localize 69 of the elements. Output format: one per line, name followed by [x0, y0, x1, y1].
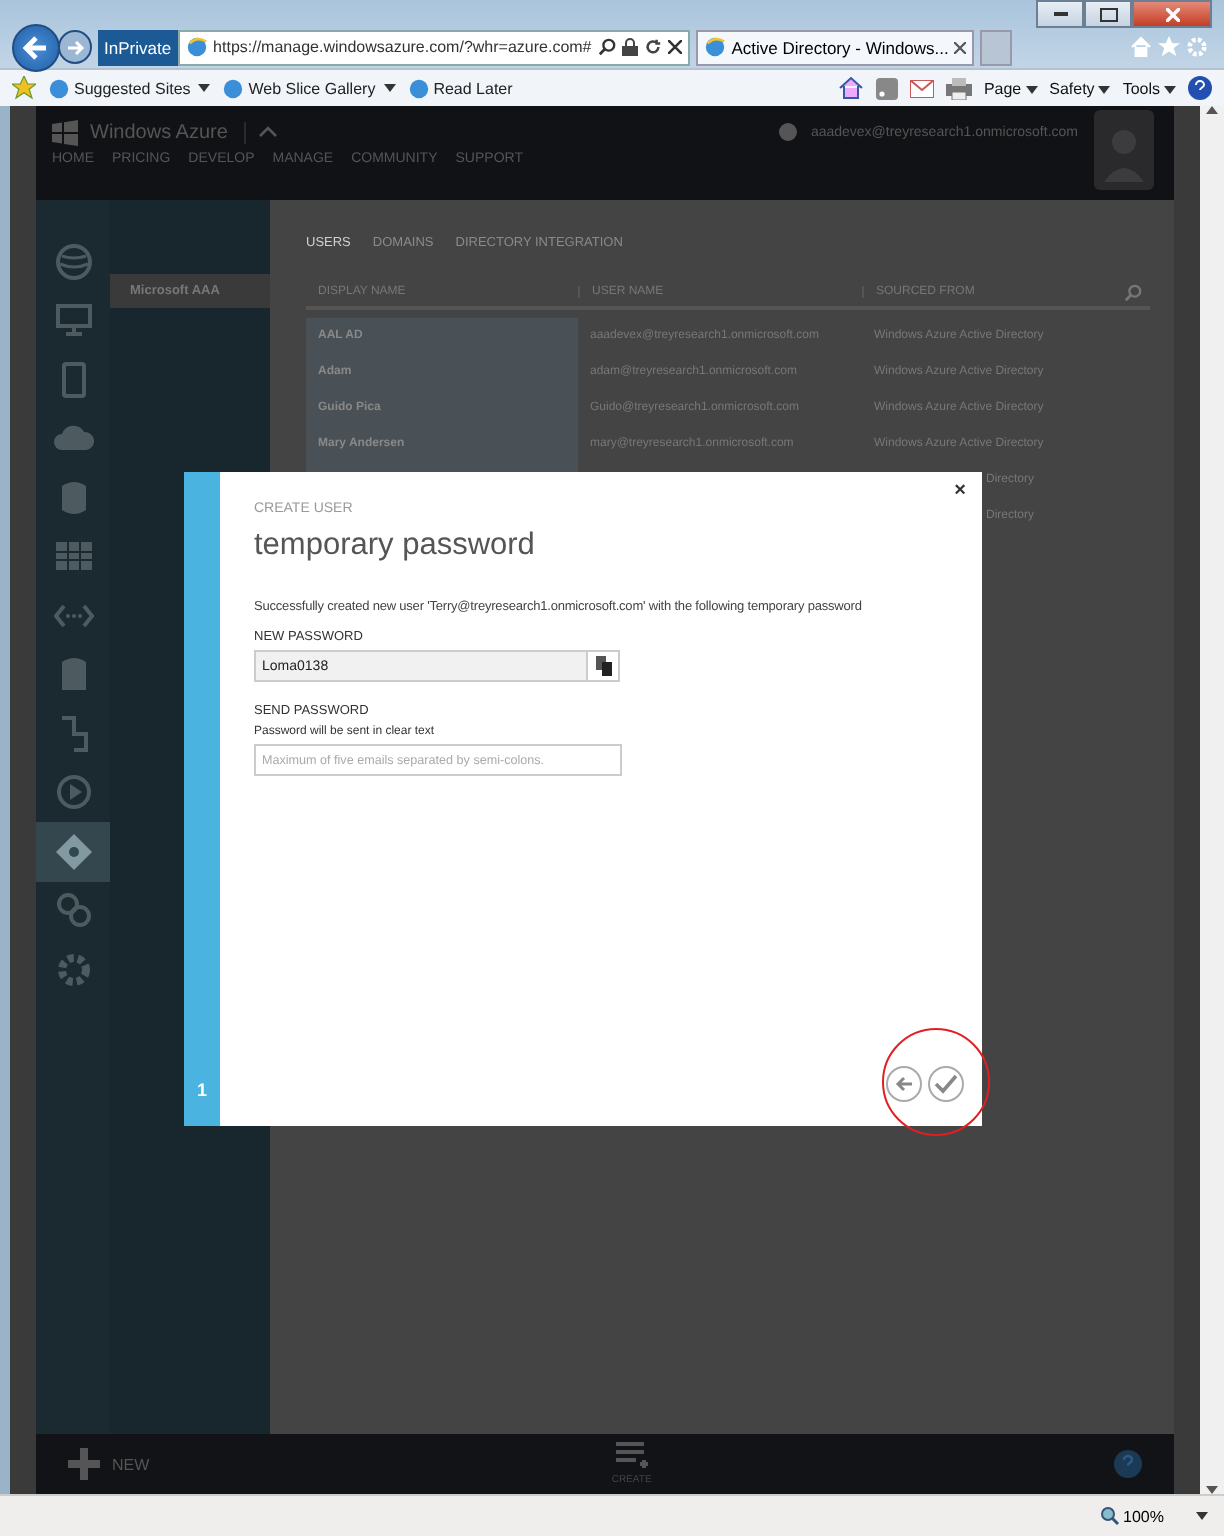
- minimize-button[interactable]: [1036, 0, 1084, 28]
- copy-icon: [595, 656, 611, 676]
- favorites-item[interactable]: Web Slice Gallery: [222, 77, 396, 99]
- maximize-button[interactable]: [1084, 0, 1132, 28]
- refresh-icon[interactable]: [643, 38, 662, 56]
- ie-icon: [703, 36, 726, 58]
- caret-icon: [1025, 85, 1038, 93]
- caret-icon: [198, 84, 211, 92]
- command-menu[interactable]: Page: [983, 79, 1038, 97]
- tab-title: Active Directory - Windows...: [731, 37, 949, 57]
- lock-icon: [621, 38, 638, 56]
- star-icon[interactable]: [1158, 36, 1180, 58]
- help-icon[interactable]: [1188, 76, 1212, 100]
- close-icon: [1165, 7, 1179, 21]
- feed-icon[interactable]: [875, 77, 898, 99]
- new-button[interactable]: NEW: [68, 1448, 150, 1480]
- ie-icon: [48, 77, 70, 99]
- plus-icon: [68, 1448, 100, 1480]
- windows-logo-icon: [52, 119, 78, 145]
- ie-icon: [407, 77, 430, 99]
- favorites-star-icon[interactable]: [12, 76, 36, 100]
- close-tab-icon[interactable]: [954, 41, 967, 53]
- ie-icon: [222, 77, 245, 99]
- cloud-icon[interactable]: [53, 424, 93, 453]
- list-add-icon: [615, 1442, 648, 1470]
- back-arrow-icon: [894, 1074, 914, 1094]
- back-button[interactable]: [12, 23, 60, 71]
- finish-button[interactable]: [928, 1066, 964, 1102]
- mail-icon[interactable]: [909, 79, 934, 97]
- copy-button[interactable]: [588, 650, 620, 682]
- inprivate-badge: InPrivate: [98, 29, 178, 65]
- search-icon[interactable]: [597, 38, 616, 56]
- address-bar[interactable]: https://manage.windowsazure.com/?whr=azure.com#: [177, 29, 690, 65]
- home-icon[interactable]: [837, 76, 864, 100]
- monitor-icon[interactable]: [55, 304, 91, 337]
- caret-icon: [383, 84, 396, 92]
- browser-tab[interactable]: Active Directory - Windows...: [695, 29, 975, 65]
- phone-icon[interactable]: [61, 361, 85, 398]
- caret-icon[interactable]: [1196, 1512, 1208, 1520]
- close-button[interactable]: [1132, 0, 1212, 28]
- storage-icon[interactable]: [59, 656, 87, 693]
- table-icon[interactable]: [55, 542, 91, 571]
- stop-icon[interactable]: [667, 40, 682, 54]
- play-icon[interactable]: [55, 774, 91, 811]
- scrollbar[interactable]: [1200, 106, 1224, 1494]
- chevron-up-icon[interactable]: [257, 126, 278, 138]
- forward-button[interactable]: [58, 30, 92, 64]
- close-button[interactable]: ×: [954, 480, 966, 502]
- forward-arrow-icon: [65, 37, 85, 57]
- command-menu[interactable]: Tools: [1122, 79, 1176, 97]
- flow-icon[interactable]: [57, 715, 89, 752]
- printer-icon[interactable]: [945, 77, 972, 99]
- diamond-icon[interactable]: [55, 833, 91, 870]
- step-number: 1: [196, 1080, 207, 1104]
- zoom-icon: [1099, 1506, 1120, 1526]
- address-text: https://manage.windowsazure.com/?whr=azure.com#: [213, 38, 592, 56]
- ie-icon: [185, 36, 208, 58]
- code-icon[interactable]: [53, 603, 93, 628]
- caret-icon: [1164, 85, 1176, 93]
- command-menu[interactable]: Safety: [1049, 79, 1111, 97]
- back-arrow-icon: [22, 33, 50, 61]
- favorites-item[interactable]: Suggested Sites: [48, 77, 211, 99]
- favorites-item[interactable]: Read Later: [407, 77, 513, 99]
- checkmark-icon: [934, 1074, 958, 1094]
- caret-icon: [1098, 85, 1111, 93]
- database-icon[interactable]: [59, 479, 87, 516]
- dialog-title: temporary password: [254, 528, 537, 564]
- zoom-level[interactable]: 100%: [1099, 1506, 1164, 1526]
- brand-name: Windows Azure: [90, 121, 246, 143]
